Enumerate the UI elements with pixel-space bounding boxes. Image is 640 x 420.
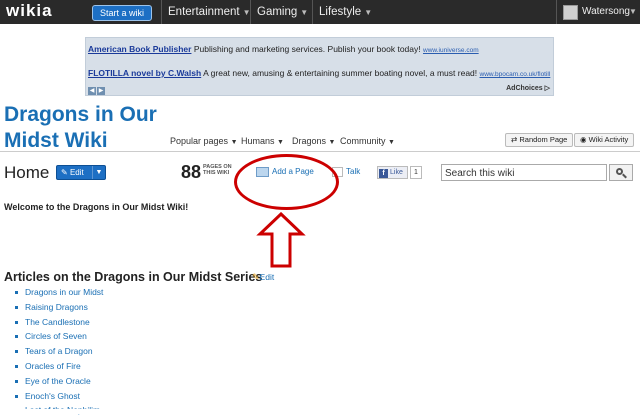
- wiki-nav-label: Humans: [241, 136, 275, 146]
- global-nav-bar: wikia Start a wiki Entertainment ▼ Gaming…: [0, 0, 640, 24]
- ad-text-2: A great new, amusing & entertaining summ…: [203, 68, 478, 78]
- ad-link-2[interactable]: FLOTILLA novel by C.Walsh: [88, 68, 201, 78]
- article-link[interactable]: Eye of the Oracle: [15, 376, 103, 391]
- welcome-text: Welcome to the Dragons in Our Midst Wiki…: [4, 202, 189, 212]
- nav-label: Gaming: [257, 6, 298, 18]
- facebook-like-button[interactable]: f Like: [377, 166, 408, 179]
- section-heading: Articles on the Dragons in Our Midst Ser…: [4, 270, 263, 284]
- chevron-down-icon: ▼: [328, 139, 336, 146]
- divider: [0, 151, 640, 152]
- wiki-activity-button[interactable]: ◉ Wiki Activity: [574, 133, 635, 147]
- page-count: 88: [181, 162, 202, 182]
- ad-url-1[interactable]: www.iuniverse.com: [423, 47, 479, 54]
- article-link[interactable]: Circles of Seven: [15, 331, 103, 346]
- article-link[interactable]: Dragons in our Midst: [15, 287, 103, 302]
- wiki-nav-label: Popular pages: [170, 136, 229, 146]
- nav-gaming[interactable]: Gaming ▼: [250, 0, 314, 24]
- ad-arrows: ◀ ▶: [88, 84, 106, 95]
- random-page-button[interactable]: ⇄ Random Page: [505, 133, 574, 147]
- wiki-activity-label: Wiki Activity: [588, 135, 629, 144]
- shuffle-icon: ⇄: [511, 135, 518, 144]
- like-count: 1: [410, 166, 422, 179]
- edit-label: Edit: [69, 168, 84, 177]
- adchoices-link[interactable]: AdChoices ▷: [506, 84, 550, 92]
- chevron-down-icon[interactable]: ▼: [92, 166, 105, 179]
- user-menu[interactable]: Watersong ▼: [556, 0, 640, 24]
- article-link[interactable]: The Candlestone: [15, 317, 103, 332]
- username: Watersong: [582, 6, 630, 17]
- activity-icon: ◉: [580, 135, 587, 144]
- article-link[interactable]: Raising Dragons: [15, 302, 103, 317]
- talk-label: Talk: [346, 167, 361, 177]
- article-link[interactable]: Tears of a Dragon: [15, 346, 103, 361]
- edit-button[interactable]: ✎ Edit ▼: [56, 165, 106, 180]
- wiki-nav-label: Community: [340, 136, 386, 146]
- section-edit-link[interactable]: ✎Edit: [252, 272, 274, 283]
- adchoices-label: AdChoices: [506, 85, 543, 92]
- section-edit-label: Edit: [259, 272, 275, 282]
- page-count-label: PAGES ON THIS WIKI: [203, 164, 232, 176]
- chevron-down-icon: ▼: [277, 139, 284, 146]
- nav-label: Entertainment: [168, 6, 240, 18]
- nav-entertainment[interactable]: Entertainment ▼: [161, 0, 257, 24]
- wiki-nav-popular-pages[interactable]: Popular pages ▼: [170, 136, 238, 146]
- article-list: Dragons in our Midst Raising Dragons The…: [15, 287, 103, 420]
- search-icon-handle: [622, 173, 627, 179]
- random-page-label: Random Page: [519, 135, 568, 144]
- ad-line-2: FLOTILLA novel by C.Walsh A great new, a…: [88, 68, 550, 78]
- wiki-nav-dragons[interactable]: Dragons ▼: [292, 136, 335, 146]
- wiki-nav-label: Dragons: [292, 136, 327, 146]
- article-link[interactable]: Enoch's Ghost: [15, 391, 103, 406]
- wiki-nav-humans[interactable]: Humans ▼: [241, 136, 284, 146]
- ad-url-2[interactable]: www.bpocam.co.uk/flotill: [480, 71, 551, 78]
- page-count-label-line-2: THIS WIKI: [203, 170, 230, 176]
- pencil-icon: ✎: [252, 272, 260, 282]
- wiki-name-line-1: Dragons in Our: [4, 103, 157, 126]
- wiki-nav-community[interactable]: Community ▼: [340, 136, 395, 146]
- facebook-icon: f: [379, 169, 388, 178]
- page-title: Home: [4, 163, 50, 182]
- nav-lifestyle[interactable]: Lifestyle ▼: [312, 0, 378, 24]
- arrow-right-icon[interactable]: ▶: [97, 87, 105, 95]
- ad-line-1: American Book Publisher Publishing and m…: [88, 44, 479, 54]
- chevron-down-icon: ▼: [629, 7, 637, 16]
- like-label: Like: [390, 169, 403, 176]
- ad-banner: American Book Publisher Publishing and m…: [85, 37, 554, 96]
- annotation-circle: [234, 154, 339, 210]
- ad-text-1: Publishing and marketing services. Publi…: [193, 44, 421, 54]
- search-button[interactable]: [609, 164, 633, 181]
- search-input[interactable]: Search this wiki: [441, 164, 607, 181]
- avatar: [563, 5, 578, 20]
- article-link[interactable]: Oracles of Fire: [15, 361, 103, 376]
- chevron-down-icon: ▼: [388, 139, 395, 146]
- chevron-down-icon: ▼: [230, 139, 238, 146]
- pencil-icon: ✎: [61, 168, 68, 177]
- wiki-name[interactable]: Dragons in Our Midst Wiki: [4, 102, 174, 154]
- ad-link-1[interactable]: American Book Publisher: [88, 44, 191, 54]
- chevron-down-icon: ▼: [364, 8, 373, 17]
- start-a-wiki-button[interactable]: Start a wiki: [92, 5, 153, 21]
- annotation-arrow-icon: [256, 212, 306, 268]
- page-cutoff: [0, 409, 640, 414]
- arrow-left-icon[interactable]: ◀: [88, 87, 96, 95]
- nav-label: Lifestyle: [319, 6, 362, 18]
- wikia-logo[interactable]: wikia: [6, 1, 53, 21]
- chevron-down-icon: ▼: [300, 8, 309, 17]
